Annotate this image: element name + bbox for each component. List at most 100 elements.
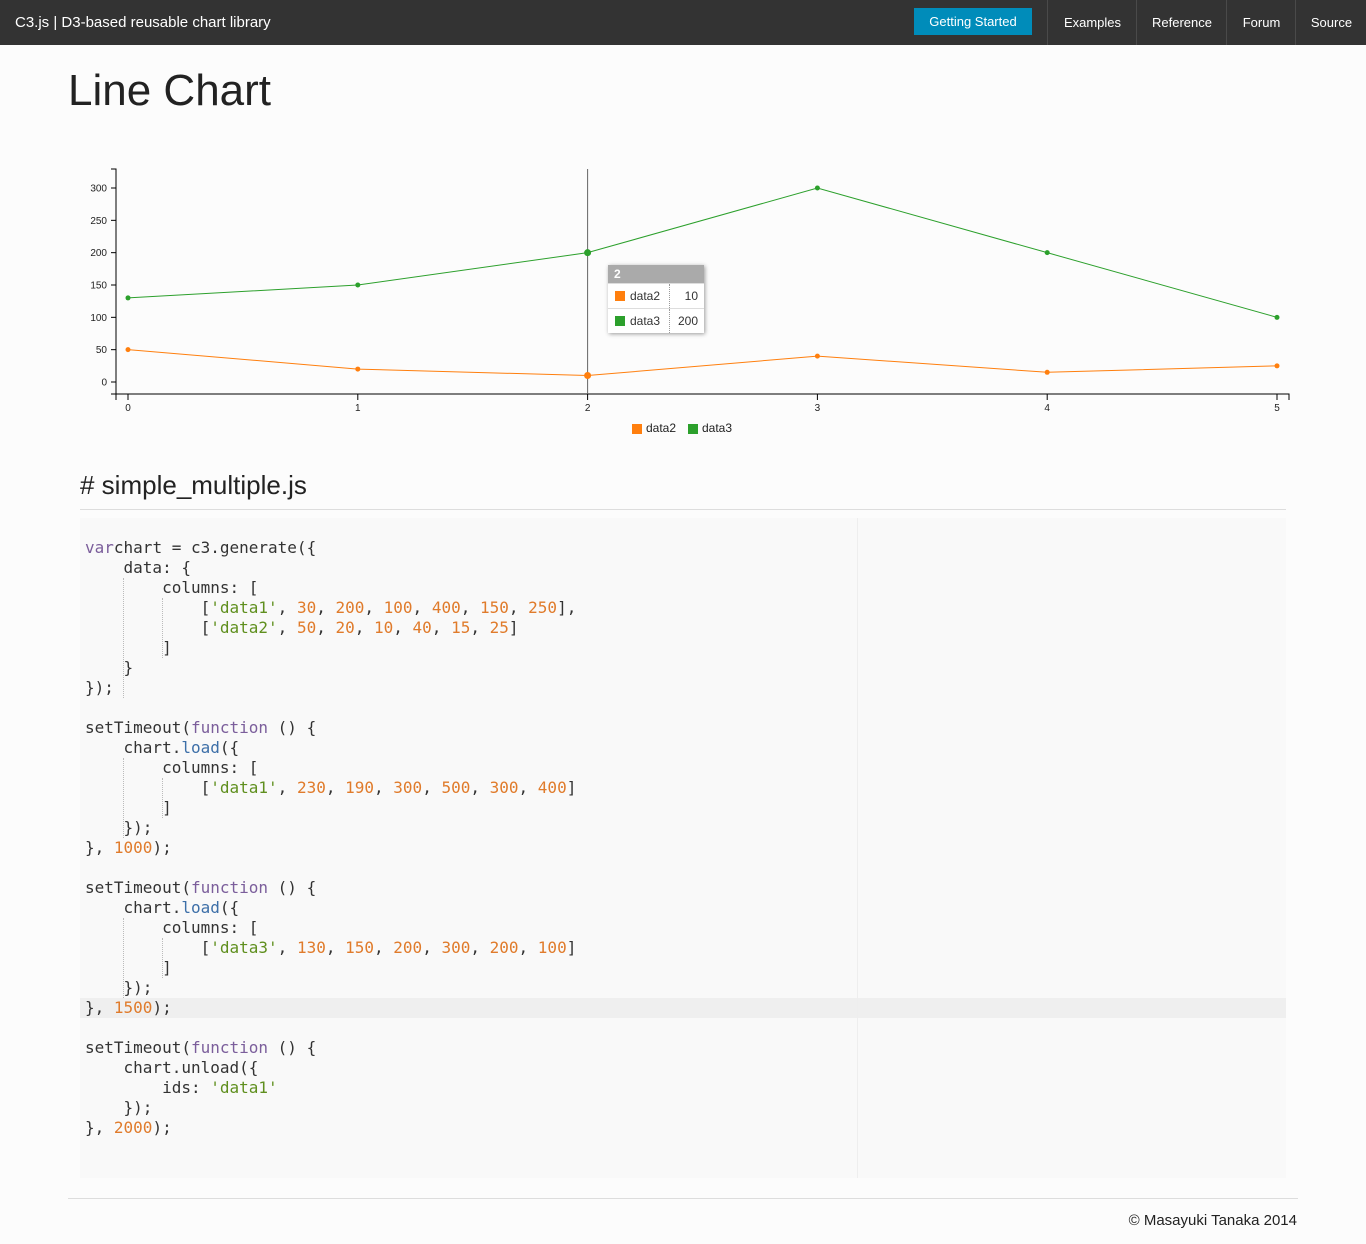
code-token: setTimeout( [85, 718, 191, 737]
code-token: ], [557, 598, 577, 617]
code-token: () { [268, 718, 317, 737]
y-tick-label: 150 [90, 281, 107, 292]
x-tick-label: 5 [1274, 403, 1280, 414]
data-point-data2 [814, 353, 820, 359]
code-token: ] [85, 638, 172, 657]
code-token: 'data1' [210, 778, 278, 797]
code-token: , [431, 618, 452, 637]
code-token: 500 [441, 778, 471, 797]
code-token: , [422, 778, 442, 797]
code-token: setTimeout( [85, 1038, 191, 1057]
code-token: 200 [393, 938, 423, 957]
code-line: ids: 'data1' [85, 1078, 576, 1098]
code-token: }); [85, 678, 114, 697]
code-token: function [190, 878, 269, 897]
code-token: 'data3' [210, 938, 278, 957]
tooltip-swatch-data2 [615, 291, 625, 301]
code-token: 40 [412, 618, 432, 637]
code-line: }, 1000); [85, 838, 576, 858]
code-token: var [85, 538, 114, 557]
code-lines: varchart = c3.generate({ data: { columns… [85, 538, 576, 1138]
code-token: , [393, 618, 413, 637]
code-line: ['data1', 30, 200, 100, 400, 150, 250], [85, 598, 577, 618]
code-token: ); [152, 1118, 172, 1137]
code-token: , [470, 778, 490, 797]
code-token: }); [85, 1098, 153, 1117]
code-token: , [325, 778, 346, 797]
code-token: [ [85, 778, 211, 797]
code-token: 400 [537, 778, 567, 797]
code-section-title: # simple_multiple.js [80, 470, 307, 500]
code-token: ] [566, 938, 577, 957]
code-token: ] [508, 618, 519, 637]
code-line: data: { [85, 558, 576, 578]
chart-tooltip: 2 data2 10 data3 200 [608, 265, 704, 333]
tooltip-name: data2 [630, 289, 661, 303]
code-token: 200 [335, 598, 365, 617]
x-tick-label: 0 [125, 403, 131, 414]
data-point-data3 [584, 249, 592, 257]
code-token: [ [85, 598, 211, 617]
code-token: chart. [85, 898, 182, 917]
code-line: ] [85, 958, 576, 978]
code-token: 1500 [113, 998, 153, 1017]
code-token: }); [85, 978, 153, 997]
code-token: }, [85, 838, 114, 857]
code-token: 1000 [113, 838, 153, 857]
y-tick-label: 0 [101, 378, 107, 389]
code-token: , [354, 618, 374, 637]
code-line: chart.unload({ [85, 1058, 576, 1078]
code-token: columns: [ [85, 578, 259, 597]
y-tick-label: 300 [90, 184, 107, 195]
code-line: chart.load({ [85, 738, 576, 758]
code-token: 2000 [113, 1118, 153, 1137]
code-editor[interactable]: varchart = c3.generate({ data: { columns… [80, 518, 1286, 1178]
tooltip-title: 2 [608, 265, 704, 283]
code-token: ] [566, 778, 577, 797]
code-token: columns: [ [85, 918, 259, 937]
x-tick-label: 4 [1044, 403, 1050, 414]
code-line: ] [85, 638, 576, 658]
footer-copyright: © Masayuki Tanaka 2014 [1128, 1212, 1297, 1229]
series-line-data2 [127, 349, 1278, 377]
data-point-data2 [584, 372, 592, 380]
code-token: 300 [441, 938, 471, 957]
data-point-data3 [1274, 314, 1280, 320]
code-token: 200 [489, 938, 519, 957]
code-token: 10 [374, 618, 394, 637]
footer-divider [68, 1198, 1298, 1199]
y-tick-label: 50 [96, 345, 108, 356]
data-point-data2 [125, 347, 131, 353]
code-token: columns: [ [85, 758, 259, 777]
code-line: columns: [ [85, 578, 576, 598]
code-token: }, [85, 998, 114, 1017]
code-token: 190 [345, 778, 375, 797]
code-token: , [470, 618, 490, 637]
code-token: setTimeout( [85, 878, 191, 897]
y-axis-line [111, 168, 117, 395]
tooltip-swatch-data3 [615, 316, 625, 326]
code-line: ] [85, 798, 576, 818]
code-line: ['data3', 130, 150, 200, 300, 200, 100] [85, 938, 577, 958]
code-token: , [364, 598, 384, 617]
code-token: ); [152, 838, 172, 857]
code-token: , [508, 598, 529, 617]
code-token: chart. [85, 738, 182, 757]
code-line: }); [85, 678, 576, 698]
code-line: varchart = c3.generate({ [85, 538, 576, 558]
code-token: , [412, 598, 432, 617]
tooltip-row: data2 10 [608, 283, 704, 308]
legend-label: data3 [702, 421, 733, 435]
y-tick-label: 250 [90, 216, 107, 227]
code-token: , [374, 778, 394, 797]
line-chart[interactable]: 0 50 100 150 200 250 300 0 1 2 3 4 5 [0, 0, 1366, 460]
x-axis-line [115, 393, 1290, 400]
legend-swatch-data2 [632, 424, 642, 434]
code-token: 'data1' [210, 1078, 278, 1097]
code-token: ); [152, 998, 172, 1017]
code-line: columns: [ [85, 918, 576, 938]
y-tick-label: 200 [90, 248, 107, 259]
code-token: , [277, 618, 297, 637]
code-token: load [181, 738, 220, 757]
code-token: 150 [345, 938, 375, 957]
